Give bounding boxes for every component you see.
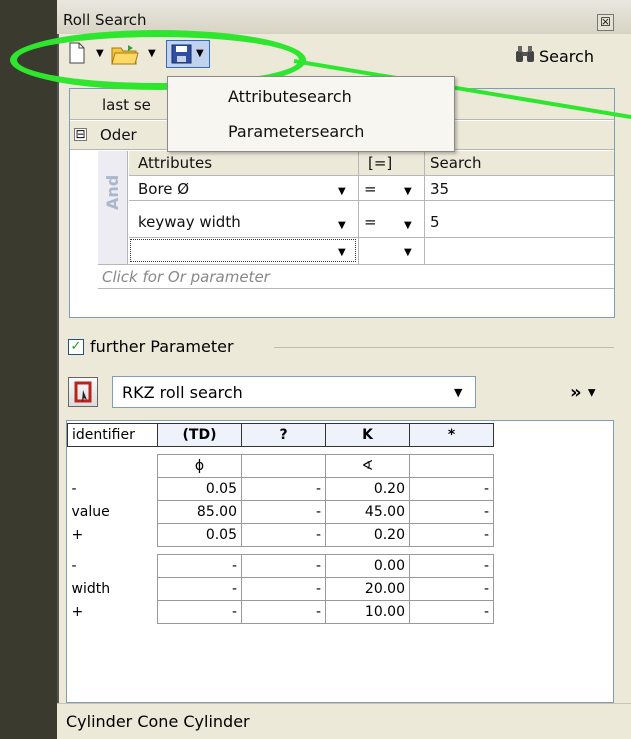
and-label: And [103,174,122,210]
save-dropdown-menu: Attributesearch Parametersearch [167,76,455,152]
section-divider [274,347,614,348]
diameter-symbol: ϕ [157,454,242,478]
double-chevron-icon: » [570,382,582,403]
close-button[interactable]: ☒ [597,14,614,31]
search-value-cell[interactable]: 5 [430,213,440,231]
table-row: width - - 20.00 - [68,577,494,601]
collapse-toggle[interactable]: ⊟ [74,128,87,141]
operator-dropdown-icon[interactable]: ▼ [404,186,412,197]
attributesearch-menu-item[interactable]: Attributesearch [228,87,352,106]
new-attribute-cell[interactable] [130,239,356,262]
status-text: Cylinder Cone Cylinder [66,712,250,731]
operator-cell[interactable]: = [364,180,377,198]
attribute-dropdown-icon[interactable]: ▼ [338,247,346,258]
further-parameter-checkbox[interactable]: ✓ [68,339,84,355]
symbol-row: ϕ ∢ [68,454,494,478]
column-header[interactable]: K [325,423,410,447]
or-parameter-placeholder[interactable]: Click for Or parameter [102,268,270,286]
attributes-header: Attributes [138,154,213,172]
roll-search-selected: RKZ roll search [122,383,243,402]
table-row: - 0.05 - 0.20 - [68,477,494,501]
table-row: value 85.00 - 45.00 - [68,500,494,524]
angle-symbol: ∢ [325,454,410,478]
attribute-cell[interactable]: Bore Ø [138,180,189,198]
further-parameter-label: further Parameter [90,337,234,356]
parametersearch-menu-item[interactable]: Parametersearch [228,122,364,141]
parameter-table: identifier (TD) ? K * ϕ ∢ - 0.05 - 0.20 … [67,423,494,624]
table-row: + 0.05 - 0.20 - [68,523,494,547]
operator-dropdown-icon[interactable]: ▼ [404,247,412,258]
window-title: Roll Search [63,11,147,29]
table-row: + - - 10.00 - [68,600,494,624]
column-header[interactable]: * [409,423,494,447]
attribute-cell[interactable]: keyway width [138,213,241,231]
table-header-row: identifier (TD) ? K * [67,423,494,447]
operator-header: [=] [368,154,393,172]
attribute-dropdown-icon[interactable]: ▼ [338,186,346,197]
column-header[interactable]: (TD) [157,423,242,447]
search-header: Search [430,154,482,172]
roll-profile-icon[interactable] [68,377,98,407]
search-value-cell[interactable]: 35 [430,180,449,198]
last-search-tab[interactable]: last se [102,96,151,114]
group-label: Oder [100,126,137,144]
identifier-header: identifier [67,423,158,447]
table-row: - - - 0.00 - [68,554,494,578]
more-dropdown-arrow-icon[interactable]: ▼ [588,388,596,399]
more-options-button[interactable]: » ▼ [570,382,596,403]
chevron-down-icon[interactable]: ▼ [454,386,462,399]
operator-cell[interactable]: = [364,213,377,231]
column-header[interactable]: ? [241,423,326,447]
operator-dropdown-icon[interactable]: ▼ [404,220,412,231]
attribute-dropdown-icon[interactable]: ▼ [338,220,346,231]
